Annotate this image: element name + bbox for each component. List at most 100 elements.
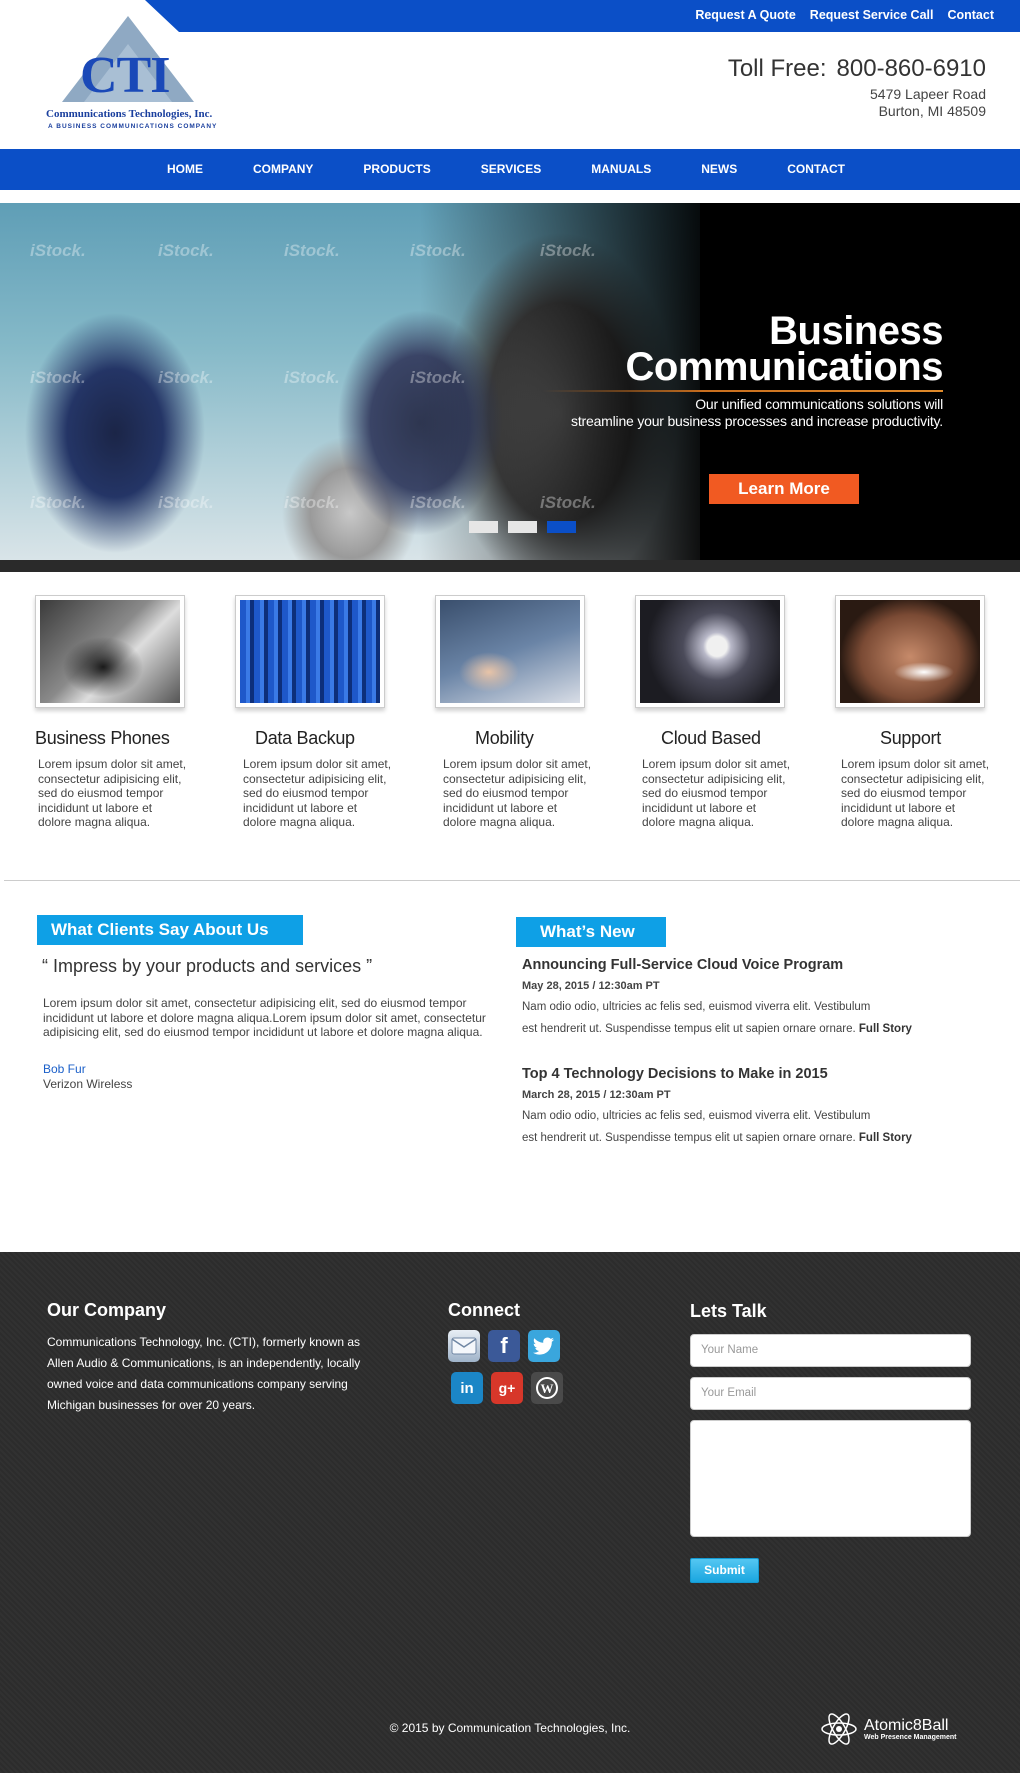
feature-image[interactable] xyxy=(35,595,185,708)
headset-agent-image xyxy=(840,600,980,703)
desk-phone-image xyxy=(40,600,180,703)
hero-watermark: iStock. xyxy=(284,493,340,512)
atomic8ball-credit[interactable]: Atomic8Ball Web Presence Management xyxy=(820,1713,956,1745)
your-name-input[interactable]: Your Name xyxy=(690,1334,971,1367)
feature-image[interactable] xyxy=(235,595,385,708)
hero-watermark: iStock. xyxy=(410,241,466,260)
hero-tagline: Our unified communications solutions wil… xyxy=(543,396,943,430)
submit-button[interactable]: Submit xyxy=(690,1558,759,1583)
hero-title-line-1: Business xyxy=(769,309,943,353)
client-name-link[interactable]: Bob Fur xyxy=(43,1062,86,1076)
atom-icon xyxy=(821,1713,857,1745)
feature-text: Lorem ipsum dolor sit amet, consectetur … xyxy=(38,757,187,829)
request-service-call-link[interactable]: Request Service Call xyxy=(810,8,934,22)
learn-more-button[interactable]: Learn More xyxy=(709,474,859,504)
feature-business-phones[interactable]: Business Phones Lorem ipsum dolor sit am… xyxy=(35,595,205,830)
nav-products[interactable]: PRODUCTS xyxy=(338,149,455,190)
feature-data-backup[interactable]: Data Backup Lorem ipsum dolor sit amet, … xyxy=(235,595,405,830)
credit-subtitle: Web Presence Management xyxy=(864,1734,957,1741)
feature-text: Lorem ipsum dolor sit amet, consectetur … xyxy=(642,757,791,829)
feature-text: Lorem ipsum dolor sit amet, consectetur … xyxy=(841,757,990,829)
main-nav: HOME COMPANY PRODUCTS SERVICES MANUALS N… xyxy=(0,149,1020,190)
feature-text: Lorem ipsum dolor sit amet, consectetur … xyxy=(243,757,392,829)
feature-image[interactable] xyxy=(635,595,785,708)
nav-contact[interactable]: CONTACT xyxy=(762,149,870,190)
request-quote-link[interactable]: Request A Quote xyxy=(695,8,795,22)
tablet-hands-image xyxy=(440,600,580,703)
feature-mobility[interactable]: Mobility Lorem ipsum dolor sit amet, con… xyxy=(435,595,605,830)
nav-home[interactable]: HOME xyxy=(142,149,228,190)
feature-text: Lorem ipsum dolor sit amet, consectetur … xyxy=(443,757,592,829)
full-story-link[interactable]: Full Story xyxy=(859,1023,912,1035)
twitter-icon[interactable] xyxy=(528,1330,560,1362)
toll-free: Toll Free: 800-860-6910 xyxy=(728,54,986,84)
news-excerpt-line-2: est hendrerit ut. Suspendisse tempus eli… xyxy=(522,1132,856,1144)
facebook-icon[interactable]: f xyxy=(488,1330,520,1362)
slide-dot-2[interactable] xyxy=(508,521,537,533)
wordpress-icon[interactable]: W xyxy=(531,1372,563,1404)
news-title-link[interactable]: Top 4 Technology Decisions to Make in 20… xyxy=(522,1066,982,1082)
lets-talk-heading: Lets Talk xyxy=(690,1301,767,1321)
hero-watermark: iStock. xyxy=(540,493,596,512)
google-plus-icon[interactable]: g+ xyxy=(491,1372,523,1404)
slide-dot-1[interactable] xyxy=(469,521,498,533)
header-contact: Toll Free: 800-860-6910 5479 Lapeer Road … xyxy=(728,54,986,120)
logo-mark: CTI xyxy=(80,47,170,104)
clients-heading: What Clients Say About Us xyxy=(37,915,303,945)
feature-title: Mobility xyxy=(475,728,534,748)
hero-tagline-line-2: streamline your business processes and i… xyxy=(571,413,943,429)
address-line-2: Burton, MI 48509 xyxy=(878,103,986,119)
your-email-input[interactable]: Your Email xyxy=(690,1377,971,1410)
news-excerpt-line-1: Nam odio odio, ultricies ac felis sed, e… xyxy=(522,1110,871,1122)
client-quote: “ Impress by your products and services … xyxy=(42,956,373,976)
feature-image[interactable] xyxy=(835,595,985,708)
hero-watermark: iStock. xyxy=(158,493,214,512)
hero-title-line-2: Communications xyxy=(625,345,944,389)
slide-dot-3[interactable] xyxy=(547,521,576,533)
news-date: March 28, 2015 / 12:30am PT xyxy=(522,1089,671,1101)
nav-company[interactable]: COMPANY xyxy=(228,149,338,190)
news-item: Top 4 Technology Decisions to Make in 20… xyxy=(522,1066,982,1149)
hero-watermark: iStock. xyxy=(158,368,214,387)
hero-tagline-line-1: Our unified communications solutions wil… xyxy=(695,396,943,412)
hero-watermark: iStock. xyxy=(158,241,214,260)
news-date: May 28, 2015 / 12:30am PT xyxy=(522,980,660,992)
toll-free-label: Toll Free: xyxy=(727,55,827,82)
full-story-link[interactable]: Full Story xyxy=(859,1132,912,1144)
message-textarea[interactable] xyxy=(690,1420,971,1537)
client-company: Verizon Wireless xyxy=(43,1077,133,1091)
nav-news[interactable]: NEWS xyxy=(676,149,762,190)
feature-image[interactable] xyxy=(435,595,585,708)
nav-manuals[interactable]: MANUALS xyxy=(566,149,676,190)
svg-text:W: W xyxy=(541,1381,554,1396)
top-links: Request A Quote Request Service Call Con… xyxy=(695,8,994,22)
feature-title: Support xyxy=(880,728,941,748)
feature-cloud-based[interactable]: Cloud Based Lorem ipsum dolor sit amet, … xyxy=(635,595,805,830)
section-divider xyxy=(4,880,1020,881)
company-description: Communications Technology, Inc. (CTI), f… xyxy=(47,1335,361,1412)
news-item: Announcing Full-Service Cloud Voice Prog… xyxy=(522,957,982,1040)
feature-support[interactable]: Support Lorem ipsum dolor sit amet, cons… xyxy=(835,595,1005,830)
email-icon[interactable] xyxy=(448,1330,480,1362)
cti-logo[interactable]: CTI Communications Technologies, Inc. A … xyxy=(44,16,224,130)
hero-slider: iStock. iStock. iStock. iStock. iStock. … xyxy=(0,203,1020,560)
contact-link[interactable]: Contact xyxy=(947,8,994,22)
feature-title: Business Phones xyxy=(35,728,170,748)
feature-title: Data Backup xyxy=(255,728,355,748)
credit-name: Atomic8Ball xyxy=(864,1717,949,1734)
logo-tagline: A BUSINESS COMMUNICATIONS COMPANY xyxy=(48,123,218,130)
hero-watermark: iStock. xyxy=(540,241,596,260)
hero-title: Business Communications xyxy=(625,309,944,389)
news-excerpt-line-1: Nam odio odio, ultricies ac felis sed, e… xyxy=(522,1001,871,1013)
credit-text: Atomic8Ball Web Presence Management xyxy=(864,1717,956,1741)
address-line-1: 5479 Lapeer Road xyxy=(870,86,986,102)
linkedin-icon[interactable]: in xyxy=(451,1372,483,1404)
news-title-link[interactable]: Announcing Full-Service Cloud Voice Prog… xyxy=(522,957,982,973)
news-excerpt: Nam odio odio, ultricies ac felis sed, e… xyxy=(522,996,982,1040)
hero-watermark: iStock. xyxy=(30,241,86,260)
logo-company-name: Communications Technologies, Inc. xyxy=(46,108,213,120)
hero-watermark: iStock. xyxy=(30,493,86,512)
news-excerpt-line-2: est hendrerit ut. Suspendisse tempus eli… xyxy=(522,1023,856,1035)
connect-heading: Connect xyxy=(448,1300,520,1320)
nav-services[interactable]: SERVICES xyxy=(456,149,566,190)
